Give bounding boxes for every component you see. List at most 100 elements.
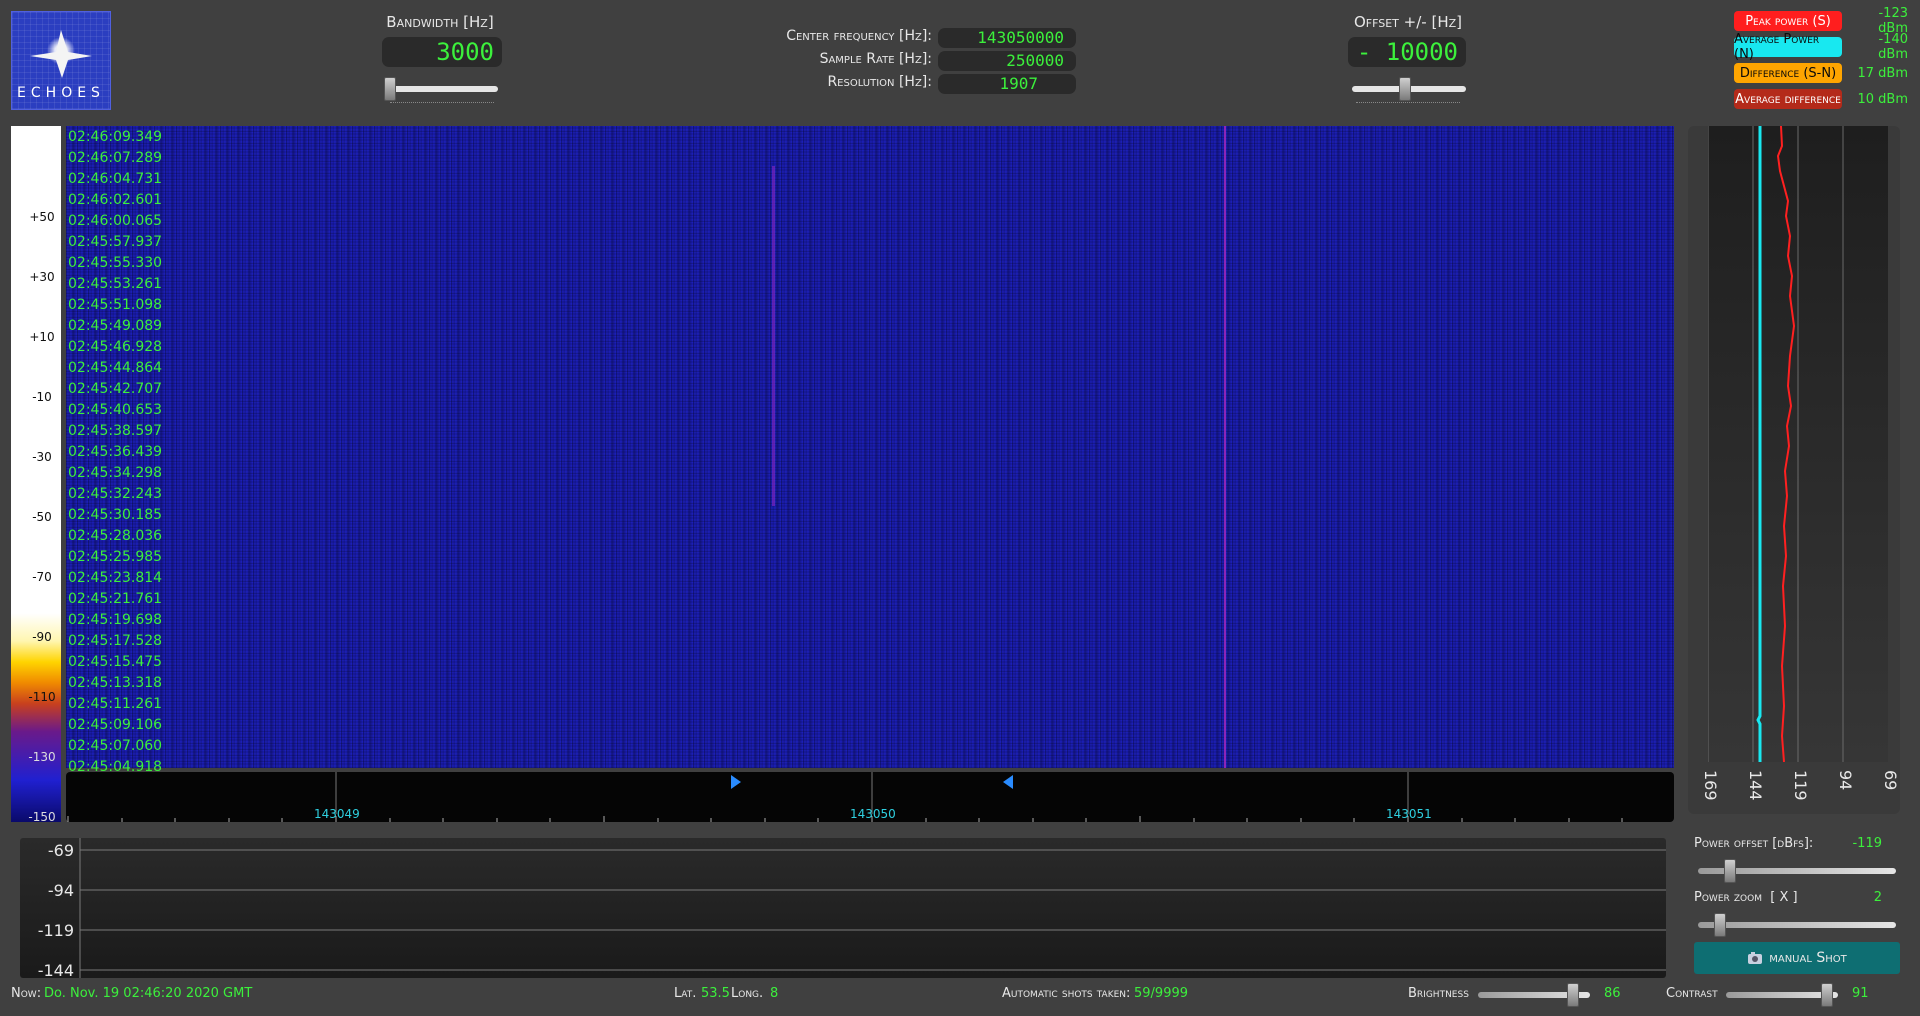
legend-row: Average Power (N) -140 dBm bbox=[1734, 32, 1908, 62]
timestamp-label: 02:45:49.089 bbox=[68, 318, 163, 334]
bandwidth-label: Bandwidth [Hz] bbox=[386, 13, 494, 31]
resolution-display: 1907 bbox=[938, 74, 1076, 94]
offset-marker-line bbox=[1224, 126, 1226, 768]
now-label: Now: bbox=[11, 986, 42, 1001]
power-offset-slider-thumb[interactable] bbox=[1724, 859, 1736, 883]
average-power-badge: Average Power (N) bbox=[1734, 32, 1842, 62]
timestamp-label: 02:46:04.731 bbox=[68, 171, 163, 187]
timestamp-label: 02:45:13.318 bbox=[68, 675, 163, 691]
profile-axis-label: 94 bbox=[1836, 770, 1855, 791]
timestamp-label: 02:46:00.065 bbox=[68, 213, 163, 229]
timestamp-label: 02:45:46.928 bbox=[68, 339, 163, 355]
timestamp-label: 02:45:25.985 bbox=[68, 549, 163, 565]
brightness-slider-thumb[interactable] bbox=[1567, 983, 1579, 1007]
timestamp-label: 02:45:28.036 bbox=[68, 528, 163, 544]
resolution-label: Resolution [Hz]: bbox=[827, 74, 932, 90]
automatic-shots-label: Automatic shots taken: bbox=[1002, 986, 1131, 1001]
peak-power-trace bbox=[1776, 126, 1796, 762]
now-value: Do. Nov. 19 02:46:20 2020 GMT bbox=[44, 986, 253, 1001]
timestamp-label: 02:45:36.439 bbox=[68, 444, 163, 460]
power-graph: -69 -94 -119 -144 bbox=[20, 838, 1666, 980]
sample-rate-label: Sample Rate [Hz]: bbox=[819, 51, 932, 67]
timestamp-label: 02:45:57.937 bbox=[68, 234, 163, 250]
scale-label: -130 bbox=[28, 750, 56, 764]
timestamp-label: 02:45:32.243 bbox=[68, 486, 163, 502]
profile-axis-label: 144 bbox=[1746, 770, 1765, 801]
timestamp-label: 02:45:09.106 bbox=[68, 717, 163, 733]
profile-axis-label: 169 bbox=[1701, 770, 1720, 801]
average-difference-value: 10 dBm bbox=[1857, 91, 1908, 107]
timestamp-label: 02:45:11.261 bbox=[68, 696, 163, 712]
longitude-value: 8 bbox=[770, 986, 779, 1001]
power-offset-value: -119 bbox=[1852, 836, 1882, 851]
timestamp-label: 02:46:07.289 bbox=[68, 150, 163, 166]
center-frequency-label: Center frequency [Hz]: bbox=[786, 28, 932, 44]
timestamp-label: 02:45:40.653 bbox=[68, 402, 163, 418]
waterfall-display[interactable] bbox=[66, 126, 1674, 768]
sample-rate-display: 250000 bbox=[938, 51, 1076, 71]
power-axis-label: -69 bbox=[47, 841, 74, 860]
power-profile-plot bbox=[1708, 126, 1888, 762]
power-offset-label: Power offset [dBfs]: bbox=[1694, 836, 1814, 851]
meteor-icon bbox=[30, 30, 92, 78]
contrast-slider-thumb[interactable] bbox=[1821, 983, 1833, 1007]
difference-value: 17 dBm bbox=[1857, 65, 1908, 81]
timestamp-label: 02:45:55.330 bbox=[68, 255, 163, 271]
timestamp-label: 02:45:07.060 bbox=[68, 738, 163, 754]
profile-axis-label: 119 bbox=[1791, 770, 1810, 801]
frequency-tick-label: 143051 bbox=[1386, 807, 1432, 821]
legend-row: Difference (S-N) 17 dBm bbox=[1734, 62, 1908, 84]
contrast-value: 91 bbox=[1852, 986, 1869, 1001]
power-axis-label: -119 bbox=[37, 921, 74, 940]
timestamp-label: 02:45:23.814 bbox=[68, 570, 163, 586]
frequency-tick-label: 143049 bbox=[314, 807, 360, 821]
timestamp-label: 02:46:02.601 bbox=[68, 192, 163, 208]
power-axis-label: -144 bbox=[37, 961, 74, 980]
average-power-value: -140 dBm bbox=[1878, 32, 1908, 62]
color-scale-bar: +50 +30 +10 -10 -30 -50 -70 -90 -110 -13… bbox=[11, 126, 61, 824]
manual-shot-label: manual Shot bbox=[1769, 950, 1847, 966]
scale-label: -10 bbox=[32, 390, 52, 404]
longitude-label: Long. bbox=[731, 986, 764, 1001]
scale-label: -150 bbox=[28, 810, 56, 824]
frequency-tick-label: 143050 bbox=[850, 807, 896, 821]
power-zoom-slider-thumb[interactable] bbox=[1714, 913, 1726, 937]
timestamp-label: 02:45:42.707 bbox=[68, 381, 163, 397]
scale-label: +50 bbox=[29, 210, 55, 224]
manual-shot-button[interactable]: manual Shot bbox=[1694, 942, 1900, 974]
scale-label: -70 bbox=[32, 570, 52, 584]
scale-label: +10 bbox=[29, 330, 55, 344]
latitude-label: Lat. bbox=[674, 986, 697, 1001]
power-zoom-label: Power zoom [ X ] bbox=[1694, 890, 1798, 905]
timestamp-label: 02:45:53.261 bbox=[68, 276, 163, 292]
echoes-logo: ECHOES bbox=[11, 11, 111, 110]
frequency-axis: 143049 143050 143051 bbox=[66, 772, 1674, 822]
power-profile-panel: 169 144 119 94 69 bbox=[1688, 126, 1900, 814]
brightness-label: Brightness bbox=[1408, 986, 1469, 1001]
timestamp-label: 02:45:30.185 bbox=[68, 507, 163, 523]
power-axis-label: -94 bbox=[47, 881, 74, 900]
bandwidth-right-marker-icon[interactable] bbox=[1002, 774, 1014, 790]
scale-label: -90 bbox=[32, 630, 52, 644]
timestamp-label: 02:45:34.298 bbox=[68, 465, 163, 481]
timestamp-label: 02:45:21.761 bbox=[68, 591, 163, 607]
brightness-value: 86 bbox=[1604, 986, 1621, 1001]
scale-label: -110 bbox=[28, 690, 56, 704]
bandwidth-display: 3000 bbox=[382, 37, 502, 67]
timestamp-label: 02:46:09.349 bbox=[68, 129, 163, 145]
legend-row: Average difference 10 dBm bbox=[1734, 88, 1908, 110]
profile-axis-label: 69 bbox=[1881, 770, 1900, 791]
timestamp-label: 02:45:15.475 bbox=[68, 654, 163, 670]
scale-label: -50 bbox=[32, 510, 52, 524]
contrast-label: Contrast bbox=[1666, 986, 1718, 1001]
average-difference-badge: Average difference bbox=[1734, 89, 1842, 109]
timestamp-label: 02:45:44.864 bbox=[68, 360, 163, 376]
scale-label: -30 bbox=[32, 450, 52, 464]
timestamp-label: 02:45:51.098 bbox=[68, 297, 163, 313]
bandwidth-left-marker-icon[interactable] bbox=[730, 774, 742, 790]
automatic-shots-value: 59/9999 bbox=[1134, 986, 1189, 1001]
signal-trace bbox=[772, 166, 775, 506]
logo-text: ECHOES bbox=[17, 85, 105, 101]
center-frequency-display: 143050000 bbox=[938, 28, 1076, 48]
offset-label: Offset +/- [Hz] bbox=[1353, 13, 1462, 31]
